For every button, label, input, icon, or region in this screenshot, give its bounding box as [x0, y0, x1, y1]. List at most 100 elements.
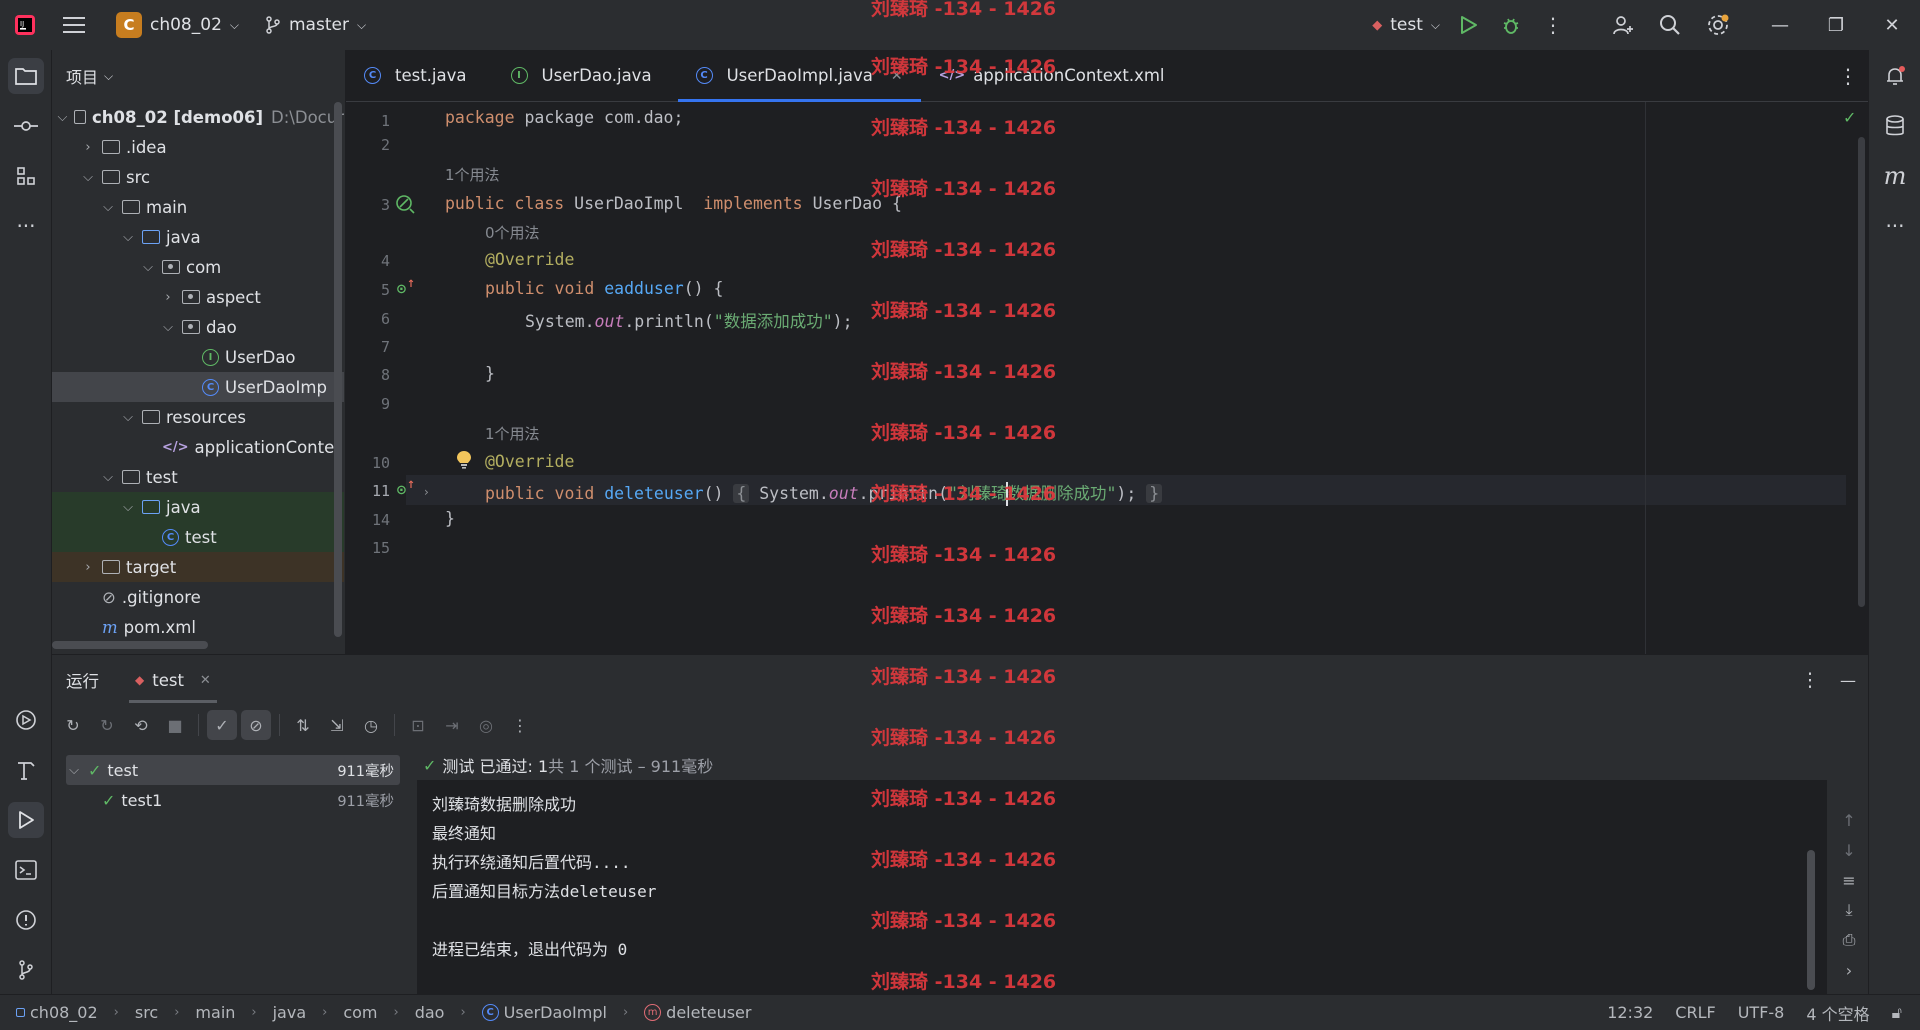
more-tools-icon[interactable]: ···: [8, 208, 44, 244]
override-gutter-icon[interactable]: ⊙↑: [396, 480, 415, 498]
tree-vertical-scrollbar[interactable]: [334, 102, 342, 637]
run-tool-icon[interactable]: [8, 802, 44, 838]
read-only-toggle-icon[interactable]: 🔓︎: [1892, 1003, 1902, 1023]
print-icon[interactable]: ⎙: [1834, 925, 1864, 955]
code-editor[interactable]: 1 2 3 4 5 6 7 8 9 10 11 14 15 1个用法 0个用法 1个用法 ⊙↑ ⊙↑ ›…: [346, 102, 1868, 654]
more-actions-icon[interactable]: ⋮: [505, 710, 535, 740]
main-menu-icon[interactable]: [60, 16, 88, 34]
services-tool-icon[interactable]: [8, 702, 44, 738]
tree-item[interactable]: ⌵ java: [52, 492, 344, 522]
line-separator[interactable]: CRLF: [1675, 1003, 1715, 1022]
console-scrollbar[interactable]: [1807, 850, 1815, 990]
tab-userdaoimpl-java[interactable]: C UserDaoImpl.java ✕: [677, 50, 921, 102]
chevron-down-icon[interactable]: ⌵: [120, 500, 136, 515]
scroll-up-icon[interactable]: ↑: [1834, 805, 1864, 835]
tree-item[interactable]: ⊘ .gitignore: [52, 582, 344, 612]
breadcrumb-item[interactable]: C UserDaoImpl: [481, 1003, 607, 1022]
show-passed-icon[interactable]: ✓: [207, 710, 237, 740]
more-tools-icon[interactable]: ···: [1877, 208, 1913, 244]
tree-item[interactable]: ⌵ resources: [52, 402, 344, 432]
add-user-icon[interactable]: [1600, 2, 1646, 48]
soft-wrap-icon[interactable]: ≡: [1834, 865, 1864, 895]
no-problems-check-icon[interactable]: ✓: [1843, 108, 1856, 127]
breadcrumb-item[interactable]: m deleteuser: [644, 1003, 751, 1022]
test-case-row[interactable]: ✓ test1 911毫秒: [66, 785, 400, 815]
tree-item[interactable]: › target: [52, 552, 344, 582]
run-options-icon[interactable]: ⋮: [1792, 669, 1828, 691]
tree-item[interactable]: ⌵ ch08_02 [demo06] D:\Docur: [52, 102, 344, 132]
run-icon[interactable]: [1448, 4, 1490, 46]
breadcrumb-item[interactable]: ch08_02: [16, 1003, 98, 1022]
tab-options-icon[interactable]: ⋮: [1828, 64, 1868, 88]
hide-panel-icon[interactable]: —: [1828, 671, 1868, 690]
settings-gear-icon[interactable]: [1694, 2, 1742, 48]
scroll-down-icon[interactable]: ↓: [1834, 835, 1864, 865]
chevron-right-icon[interactable]: ›: [80, 140, 96, 155]
chevron-down-icon[interactable]: ⌵: [120, 230, 136, 245]
chevron-down-icon[interactable]: ⌵: [160, 320, 176, 335]
branch-switcher[interactable]: master ⌵: [257, 8, 374, 42]
restore-window-icon[interactable]: ❐: [1808, 0, 1864, 50]
database-icon[interactable]: [1877, 108, 1913, 144]
tree-item[interactable]: › aspect: [52, 282, 344, 312]
rerun-icon[interactable]: ↻: [58, 710, 88, 740]
minimize-window-icon[interactable]: —: [1752, 0, 1808, 50]
sort-by-duration-icon[interactable]: ◷: [356, 710, 386, 740]
breadcrumb-item[interactable]: com: [343, 1003, 377, 1022]
commit-tool-icon[interactable]: [8, 108, 44, 144]
terminal-tool-icon[interactable]: [8, 852, 44, 888]
tree-item[interactable]: ⌵ main: [52, 192, 344, 222]
chevron-down-icon[interactable]: ⌵: [120, 410, 136, 425]
close-window-icon[interactable]: ✕: [1864, 0, 1920, 50]
editor-scrollbar[interactable]: [1858, 137, 1865, 607]
tree-item[interactable]: ⌵ dao: [52, 312, 344, 342]
stop-icon[interactable]: ■: [160, 710, 190, 740]
caret-position[interactable]: 12:32: [1607, 1003, 1653, 1022]
tree-item[interactable]: C UserDaoImp: [52, 372, 344, 402]
breadcrumb-item[interactable]: dao: [415, 1003, 445, 1022]
chevron-down-icon[interactable]: ⌵: [100, 470, 116, 485]
structure-tool-icon[interactable]: [8, 158, 44, 194]
chevron-down-icon[interactable]: ⌵: [80, 170, 96, 185]
toggle-auto-test-icon[interactable]: ⟲: [126, 710, 156, 740]
sort-alphabetically-icon[interactable]: ⇅: [288, 710, 318, 740]
tree-item[interactable]: ⌵ src: [52, 162, 344, 192]
test-suite-row[interactable]: ⌵ ✓ test 911毫秒: [66, 755, 400, 785]
tab-applicationcontext-xml[interactable]: </> applicationContext.xml: [921, 50, 1183, 102]
chevron-down-icon[interactable]: ⌵: [140, 260, 156, 275]
close-tab-icon[interactable]: ✕: [891, 68, 903, 84]
tree-item[interactable]: I UserDao: [52, 342, 344, 372]
tree-item[interactable]: ⌵ java: [52, 222, 344, 252]
lightbulb-icon[interactable]: [456, 450, 472, 474]
indent-setting[interactable]: 4 个空格: [1806, 1001, 1869, 1025]
file-encoding[interactable]: UTF-8: [1738, 1003, 1785, 1022]
project-switcher[interactable]: C ch08_02 ⌵: [108, 8, 247, 42]
console-output[interactable]: ✓ 测试 已通过: 1 共 1 个测试 – 911毫秒 刘臻琦数据删除成功 最终…: [417, 750, 1827, 995]
breadcrumb-item[interactable]: main: [195, 1003, 235, 1022]
override-gutter-icon[interactable]: ⊙↑: [396, 279, 415, 297]
run-tab[interactable]: ◆ test ✕: [129, 655, 217, 705]
search-icon[interactable]: [1646, 2, 1694, 48]
rerun-failed-icon[interactable]: ↻: [92, 710, 122, 740]
implementation-gutter-icon[interactable]: [395, 194, 415, 218]
maven-icon[interactable]: m: [1877, 158, 1913, 194]
import-tests-icon[interactable]: ⇥: [437, 710, 467, 740]
intellij-logo-icon[interactable]: IJ: [12, 12, 38, 38]
tab-test-java[interactable]: C test.java: [346, 50, 485, 102]
tree-item[interactable]: </> applicationConte: [52, 432, 344, 462]
close-tab-icon[interactable]: ✕: [200, 673, 211, 688]
screenshot-icon[interactable]: ⊡: [403, 710, 433, 740]
show-ignored-icon[interactable]: ⊘: [241, 710, 271, 740]
chevron-down-icon[interactable]: ⌵: [100, 200, 116, 215]
scroll-to-end-icon[interactable]: ⤓: [1834, 895, 1864, 925]
project-panel-header[interactable]: 项目 ⌵: [52, 50, 345, 102]
project-tool-icon[interactable]: [8, 58, 44, 94]
tree-item[interactable]: m pom.xml: [52, 612, 344, 642]
coverage-icon[interactable]: ◎: [471, 710, 501, 740]
git-tool-icon[interactable]: [8, 952, 44, 988]
expand-icon[interactable]: ›: [1834, 955, 1864, 985]
chevron-right-icon[interactable]: ›: [80, 560, 96, 575]
breadcrumb-item[interactable]: src: [135, 1003, 158, 1022]
tree-item[interactable]: › .idea: [52, 132, 344, 162]
tree-item[interactable]: ⌵ com: [52, 252, 344, 282]
